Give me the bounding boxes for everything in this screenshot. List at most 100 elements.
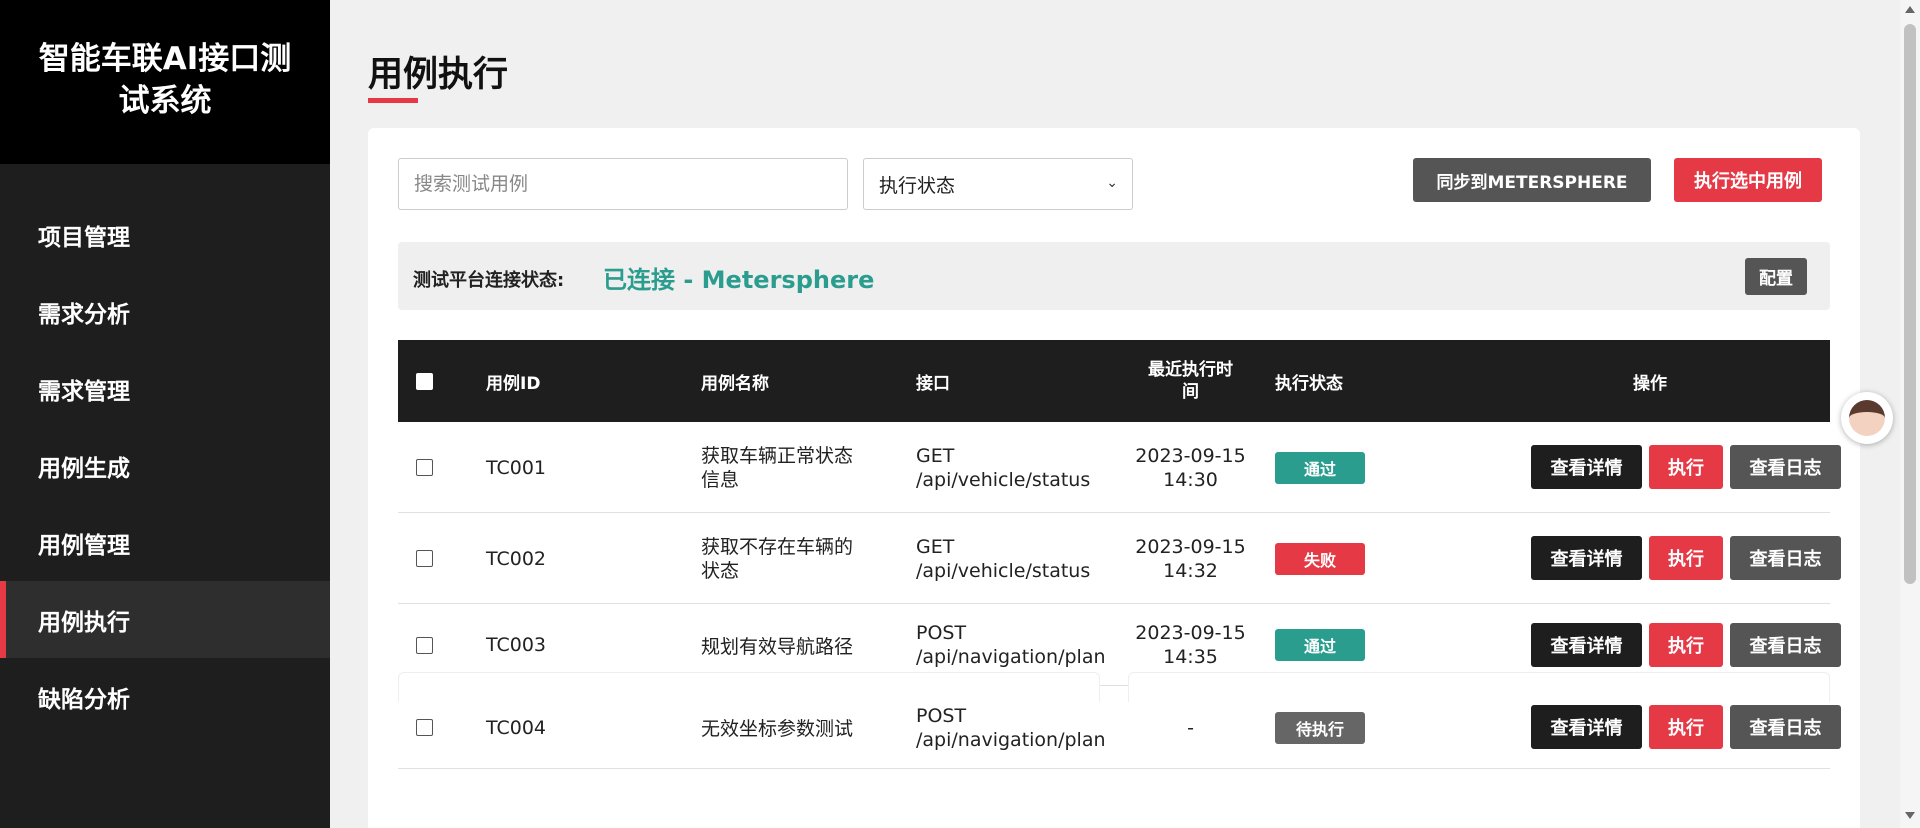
row-checkbox[interactable] — [416, 550, 433, 567]
chevron-down-icon: ⌄ — [1106, 175, 1118, 191]
page-title: 用例执行 — [368, 55, 509, 95]
view-log-button[interactable]: 查看日志 — [1730, 536, 1841, 580]
view-log-button[interactable]: 查看日志 — [1730, 705, 1841, 749]
last-run-date: 2023-09-15 — [1135, 622, 1246, 644]
run-button[interactable]: 执行 — [1649, 536, 1723, 580]
sidebar-item-label: 用例管理 — [38, 532, 130, 559]
case-name-line2: 信息 — [701, 468, 740, 491]
header-last-run-line1: 最近执行时 — [1148, 360, 1233, 380]
header-status: 执行状态 — [1275, 373, 1343, 394]
status-cell: 通过 — [1275, 422, 1365, 513]
search-input[interactable] — [398, 158, 848, 210]
run-button[interactable]: 执行 — [1649, 705, 1723, 749]
select-all-cell — [416, 340, 433, 422]
execute-selected-button[interactable]: 执行选中用例 — [1674, 158, 1822, 202]
status-badge: 失败 — [1275, 542, 1365, 575]
sidebar-item-project-management[interactable]: 项目管理 — [0, 196, 330, 273]
config-button[interactable]: 配置 — [1745, 258, 1807, 295]
row-checkbox[interactable] — [416, 459, 433, 476]
view-detail-button[interactable]: 查看详情 — [1531, 705, 1642, 749]
view-detail-button[interactable]: 查看详情 — [1531, 536, 1642, 580]
header-api: 接口 — [916, 373, 950, 394]
sidebar-item-defect-analysis[interactable]: 缺陷分析 — [0, 658, 330, 735]
case-name-line1: 获取车辆正常状态 — [701, 444, 854, 467]
sidebar-item-label: 用例生成 — [38, 455, 130, 482]
last-run-time: 2023-09-15 14:30 — [1133, 422, 1248, 513]
select-all-checkbox[interactable] — [416, 372, 433, 390]
api-endpoint: GET /api/vehicle/status — [916, 422, 1090, 513]
status-badge: 通过 — [1275, 629, 1365, 661]
api-path: /api/vehicle/status — [916, 559, 1091, 582]
status-badge: 通过 — [1275, 451, 1365, 484]
scroll-down-icon[interactable] — [1905, 812, 1915, 819]
row-checkbox[interactable] — [416, 636, 433, 654]
last-run-clock: 14:35 — [1163, 646, 1218, 668]
api-method: POST — [916, 622, 967, 644]
case-name-line2: 状态 — [701, 559, 740, 582]
connection-label: 测试平台连接状态: — [413, 270, 565, 291]
sidebar: 智能车联AI接口测试系统 项目管理 需求分析 需求管理 用例生成 用例管理 用例… — [0, 0, 330, 828]
run-button[interactable]: 执行 — [1649, 445, 1723, 489]
status-filter-value: 执行状态 — [879, 174, 956, 197]
connection-status: 已连接 - Metersphere — [603, 266, 875, 294]
api-path: /api/vehicle/status — [916, 468, 1091, 491]
last-run-time: 2023-09-15 14:32 — [1133, 513, 1248, 604]
row-select-cell — [416, 513, 433, 604]
table-row: TC001 获取车辆正常状态 信息 GET /api/vehicle/statu… — [398, 422, 1841, 513]
case-name: 获取车辆正常状态 信息 — [701, 422, 853, 513]
case-id: TC002 — [486, 547, 547, 570]
page-scrollbar[interactable] — [1900, 0, 1920, 828]
case-table: 用例ID 用例名称 接口 最近执行时 间 执行状态 操作 TC001 获取车辆正… — [398, 340, 1841, 769]
sidebar-item-label: 项目管理 — [38, 224, 130, 251]
sidebar-item-case-management[interactable]: 用例管理 — [0, 504, 330, 581]
case-name-line1: 获取不存在车辆的 — [701, 535, 854, 558]
row-select-cell — [416, 422, 433, 513]
execution-card: 执行状态 ⌄ 同步到METERSPHERE 执行选中用例 测试平台连接状态: 已… — [368, 128, 1860, 828]
sidebar-item-case-generation[interactable]: 用例生成 — [0, 427, 330, 504]
run-button[interactable]: 执行 — [1649, 623, 1723, 667]
assistant-avatar[interactable] — [1841, 392, 1893, 444]
table-row: TC002 获取不存在车辆的 状态 GET /api/vehicle/statu… — [398, 513, 1841, 604]
case-name: 获取不存在车辆的 状态 — [701, 513, 853, 604]
sidebar-item-requirement-analysis[interactable]: 需求分析 — [0, 273, 330, 350]
status-cell: 失败 — [1275, 513, 1365, 604]
row-actions: 查看详情 执行 查看日志 — [1531, 513, 1841, 604]
scroll-up-icon[interactable] — [1905, 6, 1915, 13]
sidebar-nav: 项目管理 需求分析 需求管理 用例生成 用例管理 用例执行 缺陷分析 — [0, 196, 330, 735]
header-actions: 操作 — [1633, 373, 1667, 394]
scrollbar-thumb[interactable] — [1904, 24, 1916, 584]
row-checkbox[interactable] — [416, 719, 433, 736]
view-log-button[interactable]: 查看日志 — [1730, 445, 1841, 489]
header-last-run: 最近执行时 间 — [1133, 340, 1248, 422]
sync-metersphere-button[interactable]: 同步到METERSPHERE — [1413, 158, 1651, 202]
connection-status-bar: 测试平台连接状态: 已连接 - Metersphere 配置 — [398, 242, 1830, 310]
view-detail-button[interactable]: 查看详情 — [1531, 445, 1642, 489]
sidebar-item-requirement-management[interactable]: 需求管理 — [0, 350, 330, 427]
avatar-face-icon — [1849, 400, 1885, 436]
status-filter-select[interactable]: 执行状态 ⌄ — [863, 158, 1133, 210]
view-log-button[interactable]: 查看日志 — [1730, 623, 1841, 667]
api-method: POST — [916, 704, 967, 727]
last-run-clock: 14:32 — [1163, 559, 1218, 582]
title-underline — [368, 98, 418, 103]
header-case-name: 用例名称 — [701, 373, 769, 394]
bottom-panel-left — [398, 672, 1100, 702]
header-case-id: 用例ID — [486, 373, 541, 394]
table-header: 用例ID 用例名称 接口 最近执行时 间 执行状态 操作 — [398, 340, 1830, 422]
last-run-date: 2023-09-15 — [1135, 535, 1246, 558]
row-actions: 查看详情 执行 查看日志 — [1531, 422, 1841, 513]
header-last-run-line2: 间 — [1182, 382, 1199, 402]
api-method: GET — [916, 444, 955, 467]
last-run-date: - — [1187, 716, 1194, 739]
case-name-line1: 规划有效导航路径 — [701, 635, 854, 658]
main-content: 用例执行 执行状态 ⌄ 同步到METERSPHERE 执行选中用例 测试平台连接… — [330, 0, 1900, 828]
status-badge: 待执行 — [1275, 711, 1365, 744]
api-path: /api/navigation/plan — [916, 646, 1106, 668]
case-name-line1: 无效坐标参数测试 — [701, 718, 854, 740]
api-path: /api/navigation/plan — [916, 728, 1106, 751]
sidebar-item-case-execution[interactable]: 用例执行 — [0, 581, 330, 658]
sidebar-item-label: 需求管理 — [38, 378, 130, 405]
sidebar-item-label: 缺陷分析 — [38, 686, 130, 713]
app-title: 智能车联AI接口测试系统 — [0, 0, 330, 164]
view-detail-button[interactable]: 查看详情 — [1531, 623, 1642, 667]
